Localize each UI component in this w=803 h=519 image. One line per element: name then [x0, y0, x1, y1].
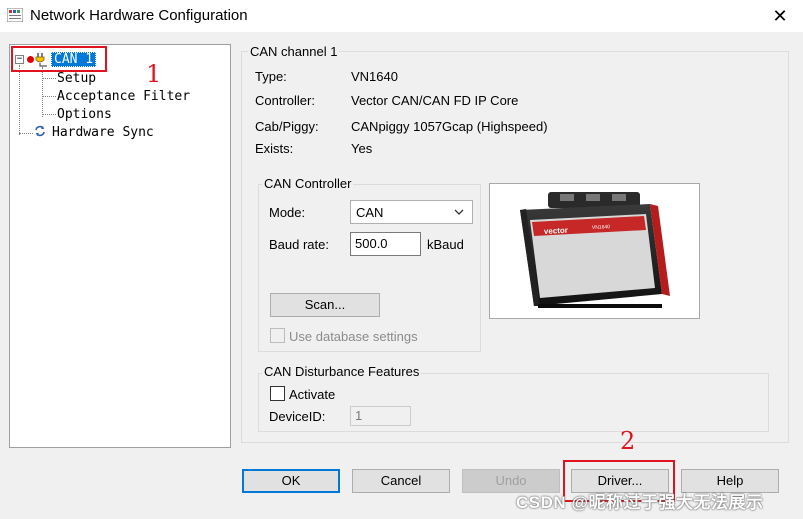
baud-rate-label: Baud rate:: [269, 237, 329, 252]
scan-button[interactable]: Scan...: [270, 293, 380, 317]
tree-connector: [42, 67, 43, 117]
type-label: Type:: [255, 69, 287, 84]
baud-unit-label: kBaud: [427, 237, 464, 252]
mode-select[interactable]: CAN: [350, 200, 473, 224]
device-id-input[interactable]: 1: [350, 406, 411, 426]
mode-select-value: CAN: [356, 205, 384, 220]
device-id-label: DeviceID:: [269, 409, 326, 424]
cab-piggy-value: CANpiggy 1057Gcap (Highspeed): [351, 119, 548, 134]
csdn-watermark: CSDN @昵称过于强大无法展示: [516, 493, 764, 512]
type-value: VN1640: [351, 69, 398, 84]
tree-connector: [19, 133, 33, 134]
tree-connector: [42, 96, 56, 97]
chevron-down-icon: [454, 209, 464, 215]
device-image: vector VN1640: [489, 183, 700, 319]
annotation-box-1: [11, 46, 107, 72]
annotation-number-2: 2: [620, 427, 636, 455]
can-controller-group-label: CAN Controller: [262, 176, 354, 191]
tree-item-acceptance-filter[interactable]: Acceptance Filter: [57, 89, 190, 104]
vn1640-device-illustration: vector VN1640: [520, 192, 670, 308]
tree-item-hardware-sync[interactable]: Hardware Sync: [52, 125, 154, 140]
exists-value: Yes: [351, 141, 373, 156]
cab-piggy-label: Cab/Piggy:: [255, 119, 319, 134]
tree-connector: [42, 114, 56, 115]
device-model-text: VN1640: [592, 224, 611, 231]
can-channel-group-label: CAN channel 1: [248, 44, 340, 59]
hardware-tree[interactable]: − CAN 1 Setup Acceptance Filter Options …: [9, 44, 231, 448]
tree-item-setup[interactable]: Setup: [57, 71, 96, 86]
close-icon[interactable]: ✕: [757, 0, 803, 32]
cancel-button[interactable]: Cancel: [352, 469, 450, 493]
activate-checkbox[interactable]: [270, 386, 285, 401]
use-database-settings-label: Use database settings: [289, 329, 418, 344]
mode-label: Mode:: [269, 205, 306, 220]
title-bar: Network Hardware Configuration ✕: [0, 0, 803, 32]
baud-rate-input[interactable]: 500.0: [350, 232, 421, 256]
tree-item-options[interactable]: Options: [57, 107, 112, 122]
window-title: Network Hardware Configuration: [30, 7, 248, 24]
disturbance-group: [258, 373, 769, 432]
sync-icon: [35, 125, 45, 137]
exists-label: Exists:: [255, 141, 294, 156]
network-app-icon: [7, 8, 23, 22]
annotation-number-1: 1: [146, 60, 162, 88]
use-database-settings-checkbox[interactable]: [270, 328, 285, 343]
tree-connector: [42, 78, 56, 79]
controller-label: Controller:: [255, 93, 315, 108]
ok-button[interactable]: OK: [242, 469, 340, 493]
tree-connector: [19, 65, 20, 135]
activate-label: Activate: [289, 387, 336, 402]
device-brand-text: vector: [544, 226, 568, 236]
disturbance-group-label: CAN Disturbance Features: [262, 364, 422, 379]
controller-value: Vector CAN/CAN FD IP Core: [351, 93, 519, 108]
network-hardware-configuration-window: Network Hardware Configuration ✕ − CAN 1…: [0, 0, 803, 519]
